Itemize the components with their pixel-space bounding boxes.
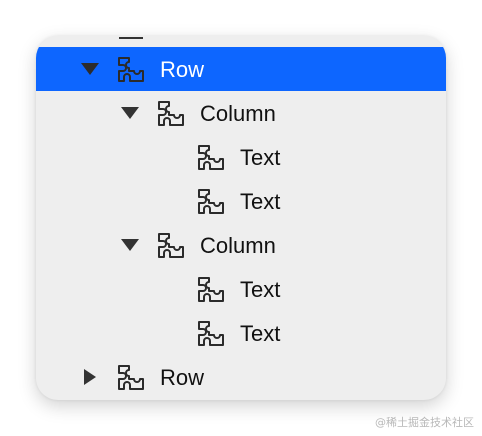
outline-tree-panel: Row Column Text Text Column Text Text Ro… bbox=[36, 36, 446, 400]
tree-item-row[interactable]: Row bbox=[36, 47, 446, 91]
expand-arrow-icon[interactable] bbox=[121, 105, 139, 121]
puzzle-icon bbox=[157, 99, 185, 127]
puzzle-icon bbox=[157, 231, 185, 259]
puzzle-icon bbox=[197, 143, 225, 171]
tree-item-label: Column bbox=[200, 101, 276, 126]
tree-item-column[interactable]: Column bbox=[36, 91, 446, 135]
expand-arrow-icon[interactable] bbox=[121, 237, 139, 253]
puzzle-icon bbox=[197, 187, 225, 215]
tree-item-row[interactable]: Row bbox=[36, 355, 446, 399]
puzzle-icon bbox=[117, 55, 145, 83]
tree-item-label: Row bbox=[160, 365, 205, 390]
tree-item-label: Text bbox=[240, 321, 281, 346]
tree-item-label: Text bbox=[240, 189, 281, 214]
tree-item-text[interactable]: Text bbox=[36, 267, 446, 311]
puzzle-icon bbox=[197, 319, 225, 347]
tree-item-text[interactable]: Text bbox=[36, 135, 446, 179]
tree-item-label: Column bbox=[200, 233, 276, 258]
collapsed-arrow-icon[interactable] bbox=[81, 369, 99, 385]
tree-item-label: Row bbox=[160, 57, 205, 82]
puzzle-icon bbox=[117, 363, 145, 391]
watermark: @稀土掘金技术社区 bbox=[375, 416, 474, 429]
previous-item-edge bbox=[119, 36, 143, 39]
tree-item-text[interactable]: Text bbox=[36, 179, 446, 223]
tree-item-column[interactable]: Column bbox=[36, 223, 446, 267]
expand-arrow-icon[interactable] bbox=[81, 61, 99, 77]
tree-item-label: Text bbox=[240, 145, 281, 170]
tree-item-label: Text bbox=[240, 277, 281, 302]
puzzle-icon bbox=[197, 275, 225, 303]
tree-item-text[interactable]: Text bbox=[36, 311, 446, 355]
